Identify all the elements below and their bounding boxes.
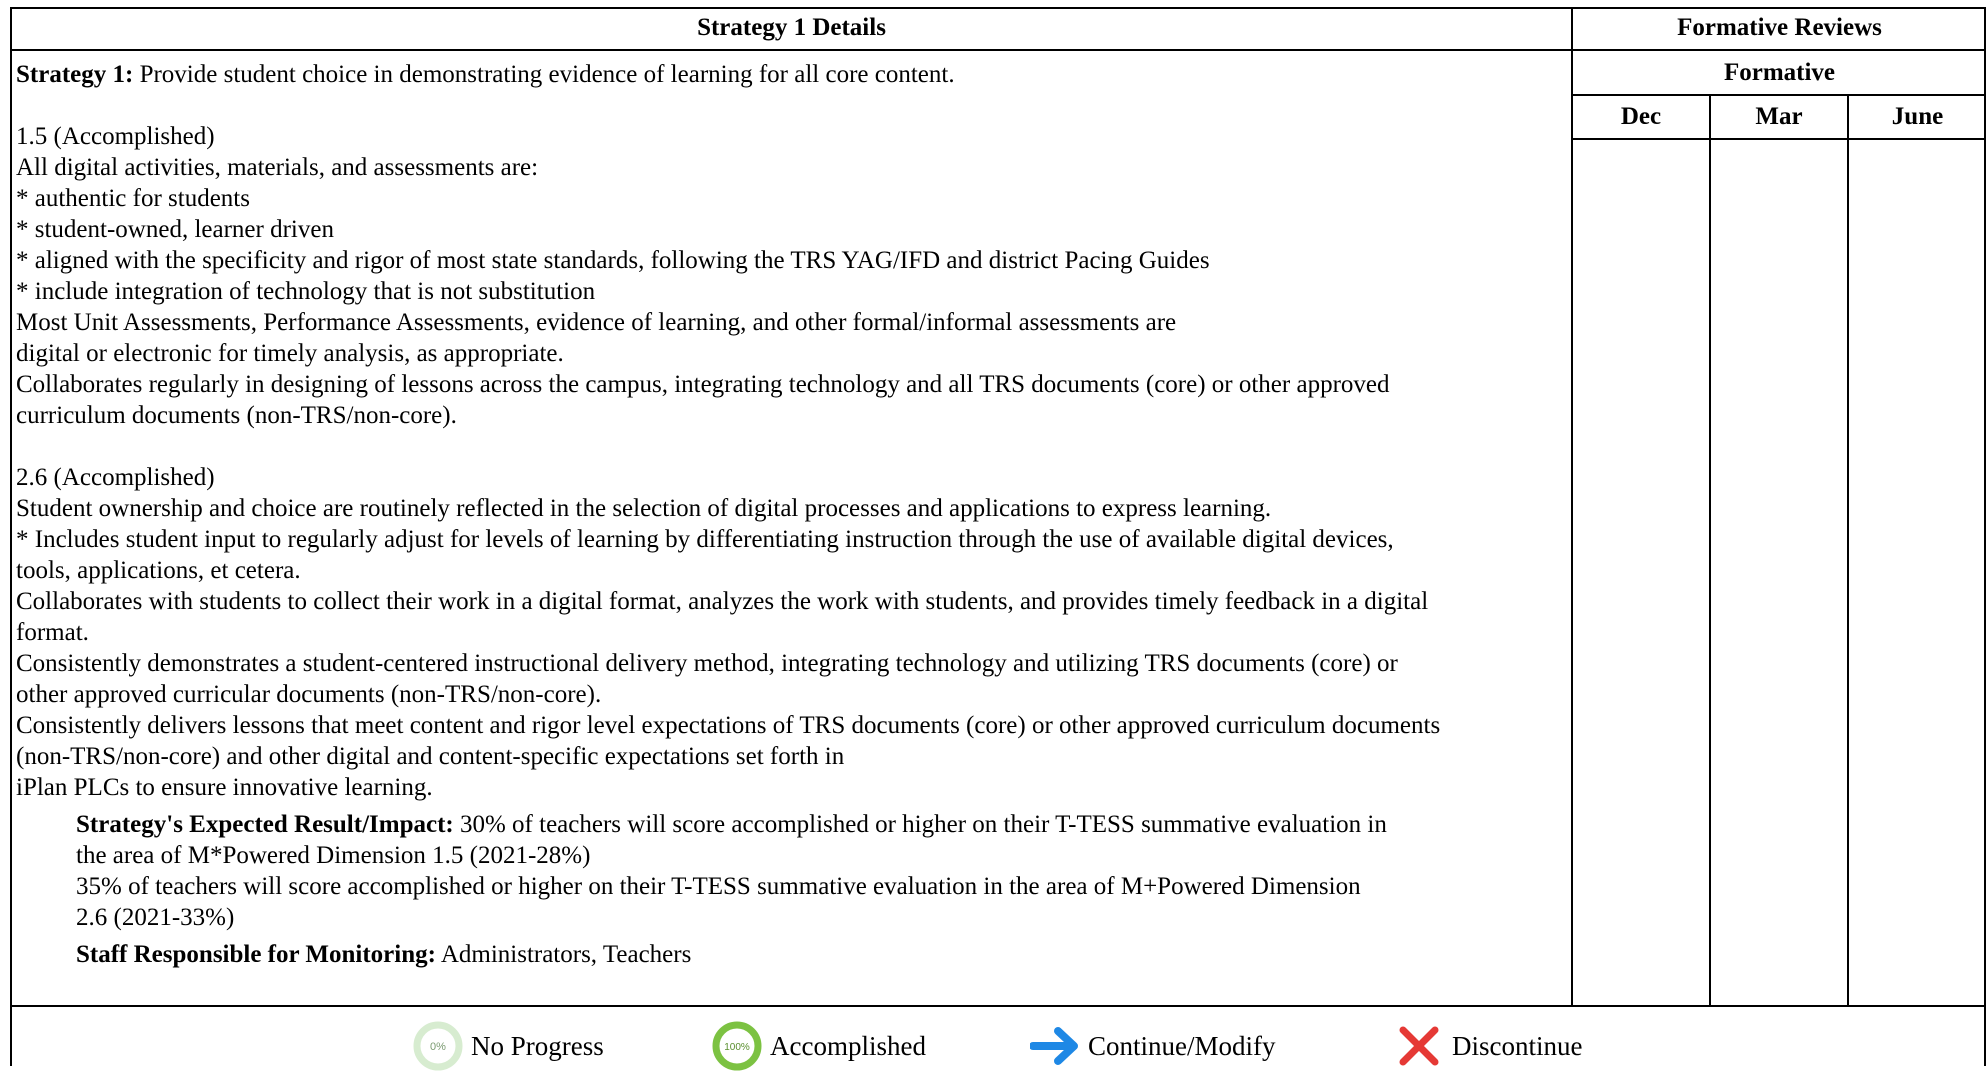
section1-line: curriculum documents (non-TRS/non-core). xyxy=(16,402,457,429)
discontinue-label: Discontinue xyxy=(1452,1030,1583,1061)
x-icon xyxy=(1394,1021,1444,1071)
strategy-label: Strategy 1: xyxy=(16,61,134,88)
legend-no-progress: 0% No Progress xyxy=(413,1021,604,1071)
legend-accomplished: 100% Accomplished xyxy=(712,1021,926,1071)
legend-continue-modify: Continue/Modify xyxy=(1029,1021,1276,1071)
expected-result: Strategy's Expected Result/Impact: 30% o… xyxy=(16,809,1576,933)
months-divider xyxy=(1573,138,1986,140)
staff-responsible: Staff Responsible for Monitoring: Admini… xyxy=(16,939,1576,970)
formative-reviews-header: Formative Reviews xyxy=(1677,14,1882,41)
expected-line: 2.6 (2021-33%) xyxy=(76,904,235,931)
section1-line: All digital activities, materials, and a… xyxy=(16,154,539,181)
month-divider-2 xyxy=(1847,95,1849,1005)
section-1-5: 1.5 (Accomplished) All digital activitie… xyxy=(16,121,1576,431)
section1-line: * aligned with the specificity and rigor… xyxy=(16,247,1210,274)
section2-line: * Includes student input to regularly ad… xyxy=(16,526,1394,553)
section2-line: tools, applications, et cetera. xyxy=(16,557,301,584)
strategy-details-header: Strategy 1 Details xyxy=(697,14,886,41)
section2-line: Consistently delivers lessons that meet … xyxy=(16,712,1441,739)
month-mar: Mar xyxy=(1755,103,1803,130)
section1-line: Collaborates regularly in designing of l… xyxy=(16,371,1390,398)
expected-line: 35% of teachers will score accomplished … xyxy=(76,873,1361,900)
no-progress-label: No Progress xyxy=(471,1030,604,1061)
svg-text:100%: 100% xyxy=(724,1042,750,1053)
svg-text:0%: 0% xyxy=(430,1041,446,1053)
strategy-text: Provide student choice in demonstrating … xyxy=(133,61,955,88)
section2-line: Collaborates with students to collect th… xyxy=(16,588,1429,615)
month-dec: Dec xyxy=(1620,103,1662,130)
section2-line: Student ownership and choice are routine… xyxy=(16,495,1272,522)
section1-line: digital or electronic for timely analysi… xyxy=(16,340,564,367)
strategy-details: Strategy 1: Provide student choice in de… xyxy=(16,59,1576,970)
accomplished-label: Accomplished xyxy=(770,1030,926,1061)
right-arrow-icon xyxy=(1029,1021,1080,1071)
no-progress-icon: 0% xyxy=(413,1021,463,1071)
formative-subheader: Formative xyxy=(1723,59,1836,86)
section2-line: iPlan PLCs to ensure innovative learning… xyxy=(16,774,433,801)
continue-modify-label: Continue/Modify xyxy=(1088,1030,1276,1061)
section1-line: * authentic for students xyxy=(16,185,250,212)
section1-line: Most Unit Assessments, Performance Asses… xyxy=(16,309,1177,336)
expected-line: Strategy's Expected Result/Impact: 30% o… xyxy=(76,811,1387,838)
section2-line: other approved curricular documents (non… xyxy=(16,681,602,708)
section2-line: (non-TRS/non-core) and other digital and… xyxy=(16,743,845,770)
formative-divider xyxy=(1573,94,1986,96)
section2-line: format. xyxy=(16,619,89,646)
expected-line: the area of M*Powered Dimension 1.5 (202… xyxy=(76,842,591,869)
section1-line: 1.5 (Accomplished) xyxy=(16,123,215,150)
legend: 0% No Progress 100% Accomplished Continu… xyxy=(12,1021,1988,1071)
section1-line: * student-owned, learner driven xyxy=(16,216,334,243)
month-divider-1 xyxy=(1709,95,1711,1005)
month-june: June xyxy=(1891,103,1944,130)
staff-text: Administrators, Teachers xyxy=(435,941,692,968)
strategy-statement: Strategy 1: Provide student choice in de… xyxy=(16,59,1576,90)
legend-divider xyxy=(12,1005,1986,1007)
section2-line: Consistently demonstrates a student-cent… xyxy=(16,650,1398,677)
strategy-table: Strategy 1 Details Formative Reviews For… xyxy=(10,7,1986,1071)
section2-line: 2.6 (Accomplished) xyxy=(16,464,215,491)
legend-discontinue: Discontinue xyxy=(1394,1021,1582,1071)
expected-label: Strategy's Expected Result/Impact: xyxy=(76,811,454,838)
staff-label: Staff Responsible for Monitoring: xyxy=(76,941,436,968)
section1-line: * include integration of technology that… xyxy=(16,278,596,305)
header-divider xyxy=(12,49,1986,51)
section-2-6: 2.6 (Accomplished) Student ownership and… xyxy=(16,462,1576,803)
accomplished-icon: 100% xyxy=(712,1021,762,1071)
